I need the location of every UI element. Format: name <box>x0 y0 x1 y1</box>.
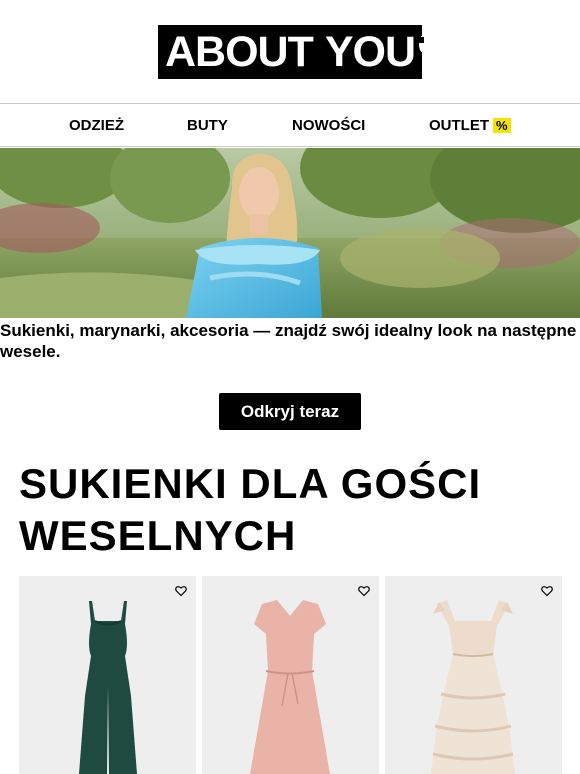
product-image-green-jumpsuit <box>79 601 137 774</box>
logo-text-about: ABOUT <box>165 28 314 76</box>
product-image-pink-lace-dress <box>250 600 330 774</box>
nav-item-outlet[interactable]: OUTLET% <box>429 117 511 134</box>
about-you-logo[interactable]: ABOUT YOU <box>158 25 426 79</box>
hero-image[interactable] <box>0 148 580 318</box>
heart-icon[interactable] <box>175 585 187 597</box>
main-nav: ODZIEŻ BUTY NOWOŚCI OUTLET% <box>0 103 580 147</box>
nav-item-outlet-label: OUTLET <box>429 117 489 134</box>
product-image-tulle-dress <box>431 600 515 774</box>
hero-description: Sukienki, marynarki, akcesoria — znajdź … <box>0 321 577 361</box>
header: ABOUT YOU <box>0 0 580 103</box>
product-card[interactable] <box>385 576 562 774</box>
heart-icon[interactable] <box>541 585 553 597</box>
product-card[interactable] <box>19 576 196 774</box>
discover-now-button[interactable]: Odkryj teraz <box>219 393 361 430</box>
product-card[interactable] <box>202 576 379 774</box>
logo-circle-icon <box>418 36 426 52</box>
logo-text-you: YOU <box>324 28 416 76</box>
nav-item-nowosci[interactable]: NOWOŚCI <box>292 117 365 134</box>
hero-photo <box>0 148 580 318</box>
nav-item-odziez[interactable]: ODZIEŻ <box>69 117 124 134</box>
heart-icon[interactable] <box>358 585 370 597</box>
outlet-percent-badge: % <box>493 118 511 133</box>
section-title: SUKIENKI DLA GOŚCI WESELNYCH <box>19 460 482 559</box>
nav-item-buty[interactable]: BUTY <box>187 117 228 134</box>
